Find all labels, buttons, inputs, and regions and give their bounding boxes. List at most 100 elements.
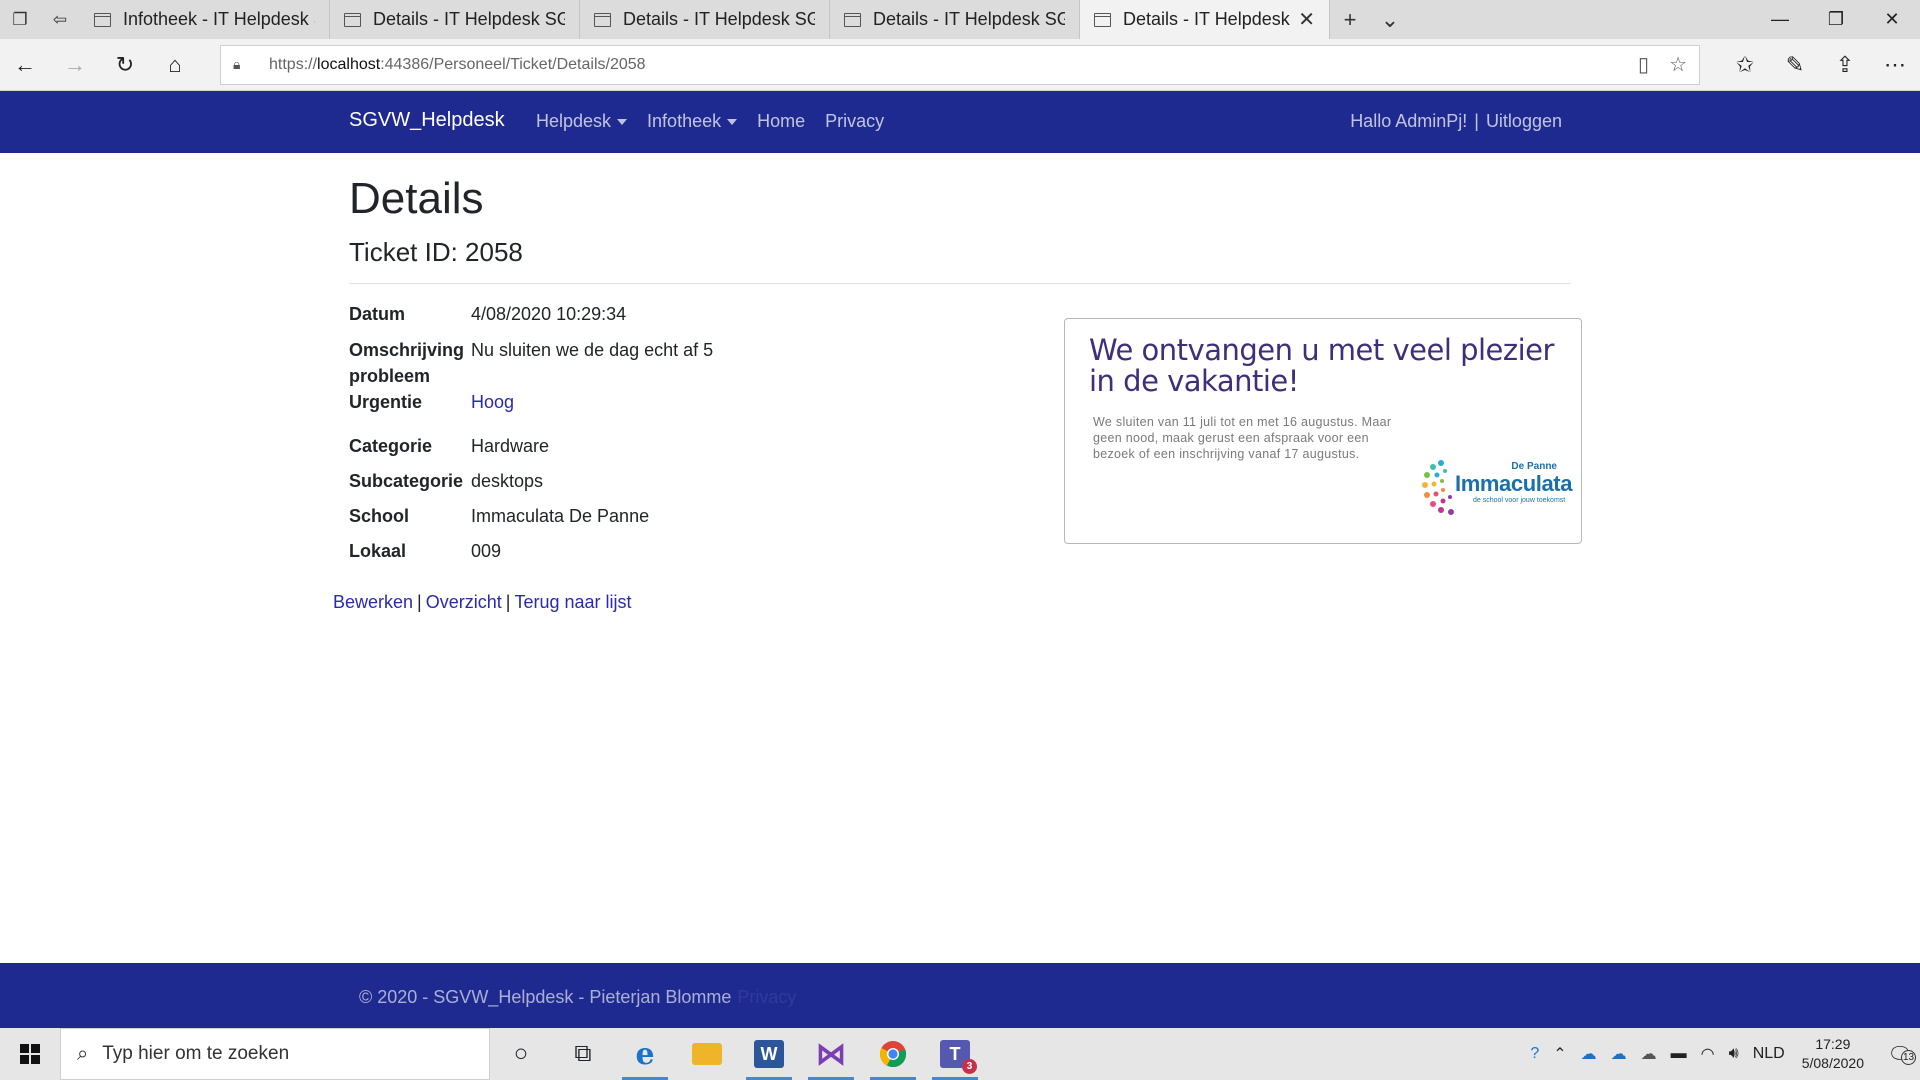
- page-icon: [1094, 12, 1111, 27]
- chrome-icon[interactable]: [862, 1028, 924, 1080]
- user-greeting: Hallo AdminPj!: [1350, 111, 1468, 131]
- reading-view-icon[interactable]: ▯: [1638, 52, 1649, 77]
- close-tab-icon[interactable]: ✕: [1298, 7, 1315, 32]
- chrome-logo-icon: [879, 1041, 907, 1068]
- clock-date: 5/08/2020: [1801, 1055, 1864, 1071]
- vacation-poster-image: We ontvangen u met veel plezier in de va…: [1064, 318, 1582, 544]
- separator: |: [417, 592, 422, 612]
- logout-link[interactable]: Uitloggen: [1486, 111, 1562, 132]
- separator: |: [505, 592, 511, 612]
- detail-row: Categorie Hardware: [349, 433, 909, 459]
- pen-icon[interactable]: ✎: [1770, 39, 1820, 91]
- help-icon[interactable]: ?: [1530, 1045, 1539, 1063]
- tab-title: Details - IT Helpdesk SGVW: [873, 9, 1065, 29]
- chevron-up-icon[interactable]: ⌃: [1553, 1044, 1566, 1064]
- edit-link[interactable]: Bewerken: [333, 592, 413, 612]
- user-area: Hallo AdminPj! | Uitloggen: [1350, 111, 1562, 132]
- windows-logo-icon: [20, 1044, 40, 1064]
- detail-label: Datum: [349, 304, 406, 324]
- immaculata-logo: De Panne Immaculata de school voor jouw …: [1421, 455, 1572, 525]
- detail-value: Hoog: [471, 389, 909, 415]
- search-placeholder: Typ hier om te zoeken: [102, 1043, 290, 1064]
- new-tab-icon[interactable]: +: [1330, 0, 1370, 39]
- detail-label: Omschrijving probleem: [349, 340, 465, 386]
- nav-helpdesk-dropdown[interactable]: Helpdesk: [536, 111, 628, 132]
- nav-privacy-link[interactable]: Privacy: [825, 111, 884, 132]
- task-view-icon[interactable]: ⧉: [552, 1028, 614, 1080]
- onedrive-icon[interactable]: ☁: [1581, 1044, 1597, 1064]
- more-icon[interactable]: ⋯: [1870, 39, 1920, 91]
- main-content: Details Ticket ID: 2058 Datum 4/08/2020 …: [333, 153, 1582, 612]
- wifi-icon[interactable]: ◠: [1701, 1044, 1715, 1064]
- urgency-link[interactable]: Hoog: [471, 392, 514, 412]
- cloud-icon[interactable]: ☁: [1641, 1044, 1657, 1064]
- system-tray: ? ⌃ ☁ ☁ ☁ ▬ ◠ 🔊︎ NLD 17:29 5/08/2020 🗨︎ 1…: [1523, 1035, 1920, 1073]
- browser-tab[interactable]: Details - IT Helpdesk SGVW: [330, 0, 580, 39]
- url-text: https://localhost:44386/Personeel/Ticket…: [269, 55, 646, 73]
- teams-badge: 3: [962, 1059, 977, 1074]
- page-icon: [844, 12, 861, 27]
- forward-icon[interactable]: →: [50, 39, 100, 91]
- favorites-icon[interactable]: ✩: [1720, 39, 1770, 91]
- language-indicator[interactable]: NLD: [1753, 1045, 1785, 1063]
- search-icon: ⌕: [77, 1042, 89, 1065]
- edge-icon[interactable]: e: [614, 1028, 676, 1080]
- clock[interactable]: 17:29 5/08/2020: [1802, 1035, 1864, 1073]
- teams-icon[interactable]: T3: [924, 1028, 986, 1080]
- chevron-down-icon[interactable]: ⌄: [1370, 0, 1410, 39]
- refresh-icon[interactable]: ↻: [100, 39, 150, 91]
- action-links: Bewerken | Overzicht | Terug naar lijst: [333, 592, 632, 613]
- nav-infotheek-dropdown[interactable]: Infotheek: [647, 111, 738, 132]
- browser-tab-active[interactable]: Details - IT Helpdesk SGVW ✕: [1080, 0, 1330, 39]
- tab-title: Details - IT Helpdesk SGVW: [623, 9, 815, 29]
- file-explorer-icon[interactable]: [676, 1028, 738, 1080]
- battery-icon[interactable]: ▬: [1671, 1045, 1687, 1063]
- word-icon[interactable]: W: [738, 1028, 800, 1080]
- minimize-icon[interactable]: —: [1752, 0, 1808, 39]
- share-icon[interactable]: ⇪: [1820, 39, 1870, 91]
- detail-row: School Immaculata De Panne: [349, 503, 909, 529]
- restore-icon[interactable]: ❐: [1808, 0, 1864, 39]
- detail-value: Immaculata De Panne: [471, 506, 650, 526]
- tab-manager-icon[interactable]: ❐: [0, 0, 40, 39]
- onedrive-business-icon[interactable]: ☁: [1611, 1044, 1627, 1064]
- nav-home-link[interactable]: Home: [757, 111, 805, 132]
- start-button[interactable]: [0, 1028, 60, 1080]
- address-bar[interactable]: 🔒︎ https://localhost:44386/Personeel/Tic…: [220, 44, 1700, 85]
- brand-link[interactable]: SGVW_Helpdesk: [349, 109, 505, 132]
- overview-link[interactable]: Overzicht: [426, 592, 502, 612]
- windows-taskbar: ⌕ Typ hier om te zoeken ○ ⧉ e W ⋈ T3 ? ⌃…: [0, 1028, 1920, 1080]
- visual-studio-icon[interactable]: ⋈: [800, 1028, 862, 1080]
- clock-time: 17:29: [1815, 1036, 1851, 1052]
- page-icon: [94, 12, 111, 27]
- browser-tab[interactable]: Infotheek - IT Helpdesk SGVW: [80, 0, 330, 39]
- notification-count: 13: [1901, 1049, 1916, 1065]
- browser-tab[interactable]: Details - IT Helpdesk SGVW: [830, 0, 1080, 39]
- separator: |: [1474, 111, 1479, 131]
- ticket-id-heading: Ticket ID: 2058: [349, 237, 523, 268]
- copyright-text: © 2020 - SGVW_Helpdesk - Pieterjan Blomm…: [359, 987, 732, 1007]
- app-navbar: SGVW_Helpdesk Helpdesk Infotheek Home Pr…: [0, 91, 1920, 153]
- ticket-details: Datum 4/08/2020 10:29:34 Omschrijving pr…: [349, 301, 909, 564]
- back-icon[interactable]: ←: [0, 39, 50, 91]
- set-aside-tabs-icon[interactable]: ⇦: [40, 0, 80, 39]
- taskbar-search[interactable]: ⌕ Typ hier om te zoeken: [60, 1028, 490, 1080]
- close-window-icon[interactable]: ✕: [1864, 0, 1920, 39]
- back-to-list-link[interactable]: Terug naar lijst: [514, 592, 631, 612]
- footer-text: © 2020 - SGVW_Helpdesk - Pieterjan Blomm…: [359, 987, 796, 1008]
- browser-tab[interactable]: Details - IT Helpdesk SGVW: [580, 0, 830, 39]
- lock-icon: 🔒︎: [233, 56, 241, 72]
- cortana-icon[interactable]: ○: [490, 1028, 552, 1080]
- nav-links: Helpdesk Infotheek Home Privacy: [536, 111, 904, 132]
- page-icon: [594, 12, 611, 27]
- home-icon[interactable]: ⌂: [150, 39, 200, 91]
- detail-value: Nu sluiten we de dag echt af 5: [471, 340, 714, 360]
- poster-heading: We ontvangen u met veel plezier in de va…: [1089, 333, 1554, 398]
- browser-toolbar: ← → ↻ ⌂ 🔒︎ https://localhost:44386/Perso…: [0, 39, 1920, 91]
- volume-icon[interactable]: 🔊︎: [1729, 1045, 1739, 1063]
- footer-privacy-link[interactable]: Privacy: [737, 987, 796, 1007]
- favorite-star-icon[interactable]: ☆: [1669, 52, 1687, 77]
- detail-row: Urgentie Hoog: [349, 389, 909, 415]
- notifications-icon[interactable]: 🗨︎ 13: [1880, 1042, 1920, 1067]
- page-title: Details: [349, 174, 484, 223]
